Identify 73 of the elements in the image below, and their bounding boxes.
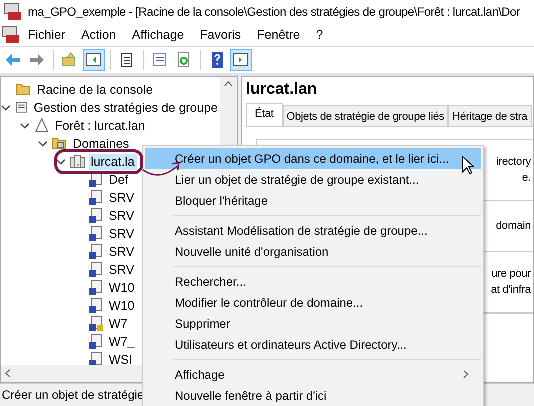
menu-item[interactable]: Nouvelle unité d'organisation xyxy=(145,241,481,262)
locked-document-icon xyxy=(88,316,104,332)
tree-item[interactable]: SRV xyxy=(107,208,136,224)
menu-item[interactable]: Fichier xyxy=(20,28,74,42)
scroll-up-icon xyxy=(224,81,233,87)
chevron-down-icon xyxy=(1,103,12,113)
console-app-icon xyxy=(4,3,22,21)
panel-icon xyxy=(85,51,103,69)
chevron-right-icon xyxy=(463,370,469,379)
tree-item[interactable]: SRV xyxy=(107,262,136,278)
tab[interactable]: Héritage de stra xyxy=(448,105,532,126)
partial-text: e. xyxy=(522,171,531,186)
partial-text: ure pour xyxy=(492,267,531,282)
window-title: ma_GPO_exemple - [Racine de la console\Gestion des stratégies de groupe\Forêt : lurcat.lan\Dor xyxy=(28,5,520,19)
tree-item[interactable]: SRV xyxy=(107,244,136,260)
menu-item[interactable]: Assistant Modélisation de stratégie de groupe... xyxy=(145,220,481,241)
console-icon xyxy=(14,100,29,116)
menu-item[interactable]: Favoris xyxy=(192,28,250,42)
panel-icon xyxy=(232,51,250,69)
partial-text: at d'infra xyxy=(491,283,531,298)
document-link-icon xyxy=(88,208,104,224)
tree-item[interactable]: W7_ xyxy=(107,334,137,350)
menu-item[interactable]: Bloquer l'héritage xyxy=(145,190,481,211)
document-link-icon xyxy=(88,352,104,365)
partial-text: irectory xyxy=(496,155,531,170)
tab[interactable]: Objets de stratégie de groupe liés xyxy=(282,105,448,126)
menu-item[interactable]: Supprimer xyxy=(145,313,481,334)
menu-item[interactable]: ? xyxy=(308,28,332,42)
tree-item[interactable]: SRV xyxy=(107,226,136,242)
tree-item[interactable]: Forêt : lurcat.lan xyxy=(53,118,148,134)
tree-item[interactable]: Domaines xyxy=(71,136,132,152)
partial-text: domain xyxy=(496,219,531,234)
folder-icon xyxy=(16,82,32,98)
menu-item[interactable]: Affichage xyxy=(145,364,481,385)
menu-item[interactable]: Modifier le contrôleur de domaine... xyxy=(145,292,481,313)
document-link-icon xyxy=(88,190,104,206)
tree-item[interactable]: W10 xyxy=(107,280,137,296)
folder-icon xyxy=(52,136,68,152)
menu-item[interactable]: Créer un objet GPO dans ce domaine, et le lier ici... xyxy=(145,148,481,169)
panel-title: lurcat.lan xyxy=(246,81,318,99)
document-link-icon xyxy=(88,244,104,260)
menu-item[interactable]: Affichage xyxy=(124,28,192,42)
menu-item[interactable]: Lier un objet de stratégie de groupe existant... xyxy=(145,169,481,190)
tree-item[interactable]: W10 xyxy=(107,298,137,314)
document-link-icon xyxy=(88,226,104,242)
tree-item[interactable]: Def xyxy=(107,172,130,188)
tree-item[interactable]: lurcat.la xyxy=(89,154,137,170)
document-link-icon xyxy=(88,298,104,314)
tree-item[interactable]: Racine de la console xyxy=(35,82,156,98)
triangle-icon xyxy=(34,118,50,134)
toolbar-button[interactable] xyxy=(83,49,105,71)
document-link-icon xyxy=(88,334,104,350)
tree-item[interactable]: WSI xyxy=(107,352,135,365)
right-arrow-icon xyxy=(28,51,46,69)
list-icon xyxy=(151,51,169,69)
tree-item[interactable]: W7 xyxy=(107,316,130,332)
cursor-icon xyxy=(462,156,476,175)
menu-item[interactable]: Action xyxy=(74,28,124,42)
menu-item[interactable]: Rechercher... xyxy=(145,271,481,292)
curved-arrow xyxy=(142,162,180,176)
toolbar-button[interactable] xyxy=(230,49,252,71)
tab[interactable]: État xyxy=(246,103,283,126)
tree-item[interactable]: SRV xyxy=(107,190,136,206)
menu-item[interactable]: Utilisateurs et ordinateurs Active Directory... xyxy=(145,334,481,355)
console-app-icon[interactable] xyxy=(2,26,20,44)
menu-item[interactable]: Fenêtre xyxy=(249,28,308,42)
tree-item[interactable]: Gestion des stratégies de groupe xyxy=(32,100,220,116)
servers-icon xyxy=(70,154,86,170)
menu-item[interactable]: Nouvelle fenêtre à partir d'ici xyxy=(145,385,481,406)
scroll-left-icon xyxy=(5,369,11,378)
document-link-icon xyxy=(88,262,104,278)
status-text: Créer un objet de stratégie xyxy=(2,388,144,402)
document-link-icon xyxy=(88,280,104,296)
